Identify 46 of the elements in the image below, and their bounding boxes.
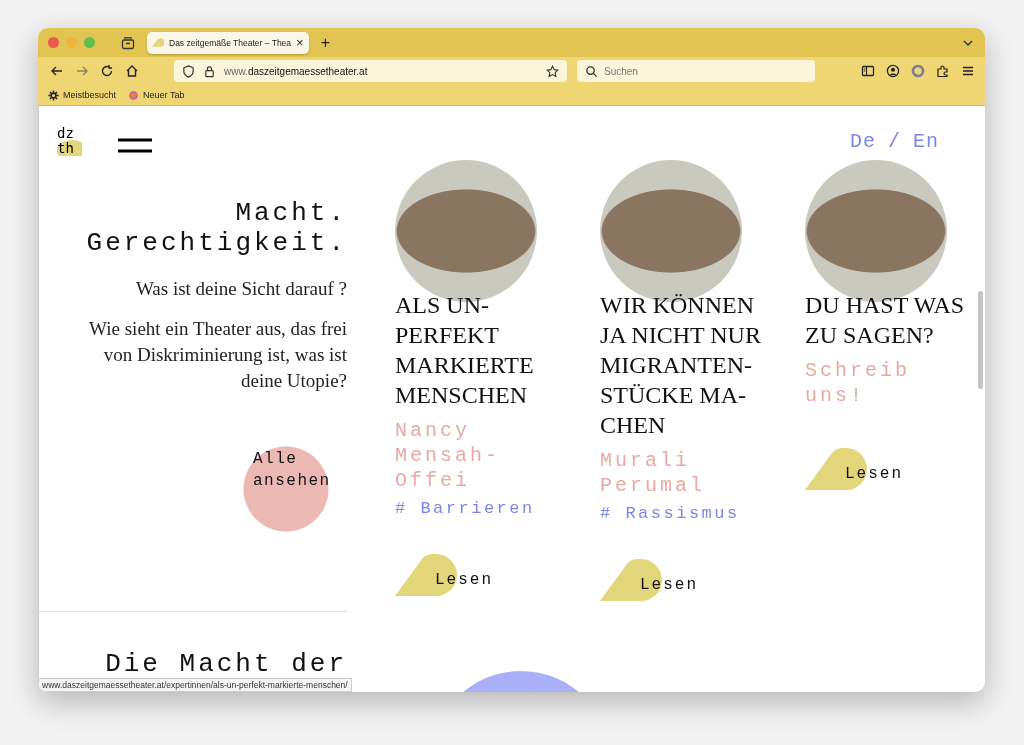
card-title[interactable]: WIR KÖNNEN JA NICHT NUR MIGRANTEN-STÜCKE MA-CHEN bbox=[600, 290, 772, 440]
bookmark-label: Meistbesucht bbox=[63, 90, 117, 100]
search-icon bbox=[585, 64, 598, 78]
shield-icon bbox=[182, 64, 195, 78]
new-tab-button[interactable]: + bbox=[320, 33, 330, 52]
search-field[interactable]: Suchen bbox=[577, 60, 815, 82]
menu-icon[interactable] bbox=[961, 64, 975, 78]
url-text: www.daszeitgemaessetheater.at bbox=[224, 65, 368, 77]
browser-tab[interactable]: Das zeitgemäße Theater – Thea × bbox=[147, 31, 309, 54]
close-tab-button[interactable]: × bbox=[296, 36, 304, 49]
status-bar-url: www.daszeitgemaessetheater.at/expertinnen/als-un-perfekt-markierte-menschen/ bbox=[39, 678, 352, 692]
bookmark-item[interactable]: Neuer Tab bbox=[128, 89, 185, 101]
back-icon[interactable] bbox=[50, 64, 64, 78]
logo-text: dz bbox=[57, 126, 74, 141]
extension-ring-icon[interactable] bbox=[911, 64, 925, 78]
address-bar[interactable]: www.daszeitgemaessetheater.at bbox=[174, 60, 567, 82]
sidebar-icon[interactable] bbox=[861, 64, 875, 78]
intro-text: Wie sieht ein Theater aus, das frei von Diskriminierung ist, was ist deine Utopie? bbox=[88, 317, 347, 393]
section-heading: Die Macht der bbox=[104, 650, 347, 678]
logo-text: th bbox=[57, 141, 74, 156]
headline: Macht. Gerechtigkeit. bbox=[85, 198, 347, 258]
author-name: Murali Perumal bbox=[600, 448, 706, 498]
gear-icon bbox=[48, 89, 59, 101]
question-text: Was ist deine Sicht darauf ? bbox=[134, 278, 347, 300]
reload-icon[interactable] bbox=[100, 64, 114, 78]
bookmark-label: Neuer Tab bbox=[143, 90, 185, 100]
tab-overview-icon[interactable] bbox=[121, 35, 135, 50]
menu-icon[interactable] bbox=[117, 138, 152, 154]
blob-favicon-icon bbox=[152, 38, 164, 47]
star-icon[interactable] bbox=[546, 64, 559, 78]
logo[interactable]: dz th bbox=[57, 126, 82, 156]
scrollbar-thumb[interactable] bbox=[978, 291, 983, 389]
account-icon[interactable] bbox=[886, 64, 900, 78]
home-icon[interactable] bbox=[125, 64, 139, 78]
bookmark-item[interactable]: Meistbesucht bbox=[48, 89, 117, 101]
language-separator: / bbox=[887, 130, 901, 155]
author-name: Schreib uns! bbox=[805, 358, 911, 408]
forward-icon[interactable] bbox=[75, 64, 89, 78]
puzzle-icon[interactable] bbox=[936, 64, 950, 78]
card-title[interactable]: ALS UN-PERFEKT MARKIERTE MENSCHEN bbox=[395, 290, 567, 410]
globe-icon bbox=[128, 89, 140, 101]
tab-title: Das zeitgemäße Theater – Thea bbox=[169, 37, 292, 48]
card-title[interactable]: DU HAST WAS ZU SAGEN? bbox=[805, 290, 977, 350]
author-name: Nancy Mensah-Offei bbox=[395, 418, 501, 493]
search-input[interactable]: Suchen bbox=[604, 65, 784, 77]
lock-icon bbox=[203, 64, 216, 78]
